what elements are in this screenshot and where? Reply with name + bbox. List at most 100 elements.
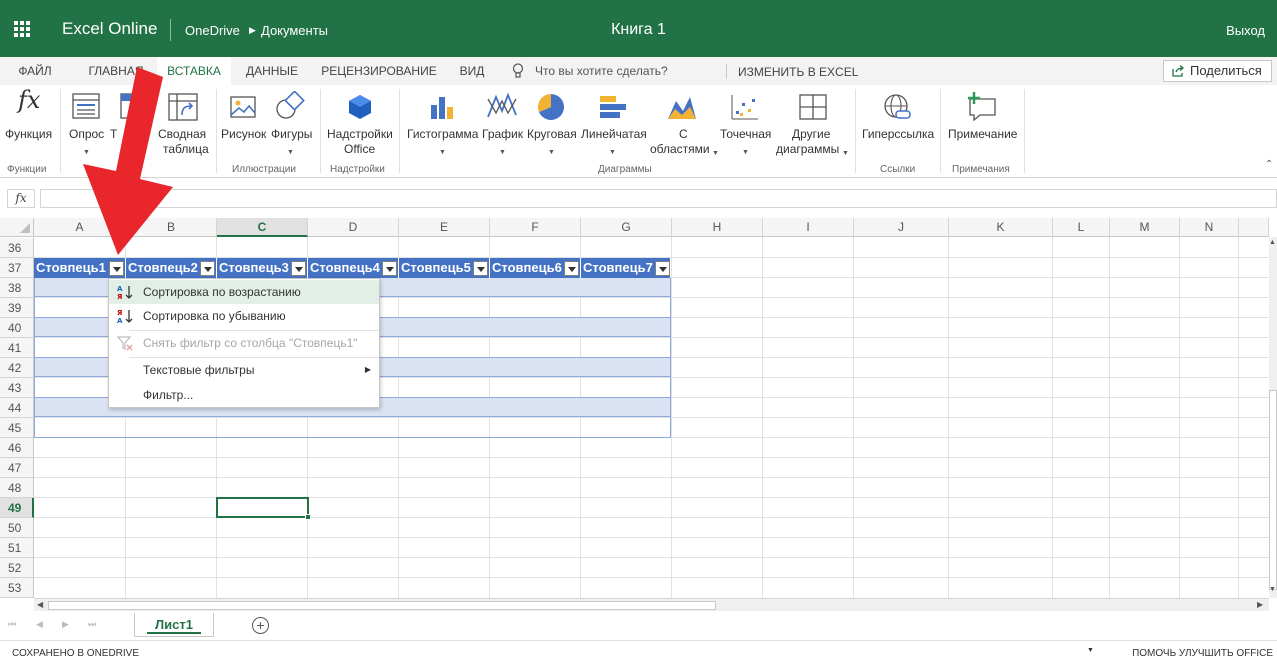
filter-dropdown-button-1[interactable]	[109, 261, 124, 276]
shapes-button[interactable]: Фигуры ▼	[268, 85, 314, 160]
prev-sheet-icon[interactable]: ◀	[36, 619, 43, 630]
fill-handle[interactable]	[305, 514, 311, 520]
gridline	[34, 557, 1269, 558]
row-header[interactable]: 46	[0, 438, 34, 458]
row-header[interactable]: 42	[0, 358, 34, 378]
formula-input[interactable]	[40, 189, 1277, 208]
column-header-a[interactable]: A	[34, 218, 126, 237]
column-header-i[interactable]: I	[763, 218, 854, 237]
scroll-left-icon[interactable]: ◀	[37, 600, 43, 609]
bar-chart-button[interactable]: Линейчатая ▼	[580, 85, 647, 160]
first-sheet-icon[interactable]: ⏮	[8, 619, 16, 630]
edit-in-excel-button[interactable]: ИЗМЕНИТЬ В EXCEL	[738, 65, 858, 79]
pivot-label-2: таблица	[163, 142, 209, 156]
office-addins-button[interactable]: Надстройки Office	[324, 85, 396, 160]
share-button[interactable]: Поделиться	[1163, 60, 1272, 82]
gridline	[34, 457, 1269, 458]
row-header[interactable]: 51	[0, 538, 34, 558]
column-header-f[interactable]: F	[490, 218, 581, 237]
filter-dropdown-button-3[interactable]	[291, 261, 306, 276]
area-chart-button[interactable]: С областями ▼	[646, 85, 719, 160]
filter-dropdown-button-4[interactable]	[382, 261, 397, 276]
vertical-scrollbar[interactable]: ▲ ▼	[1269, 237, 1277, 598]
tell-me-input[interactable]: Что вы хотите сделать?	[535, 64, 668, 78]
status-bar: СОХРАНЕНО В ONEDRIVE ▼ ПОМОЧЬ УЛУЧШИТЬ O…	[0, 640, 1277, 662]
survey-button[interactable]: Опрос ▼	[64, 85, 108, 160]
filter-dropdown-button-6[interactable]	[564, 261, 579, 276]
column-header-n[interactable]: N	[1180, 218, 1239, 237]
add-sheet-icon[interactable]: +	[252, 617, 269, 634]
collapse-ribbon-icon[interactable]: ⌃	[1265, 159, 1273, 170]
column-header-j[interactable]: J	[854, 218, 949, 237]
column-header-g[interactable]: G	[581, 218, 672, 237]
column-header-d[interactable]: D	[308, 218, 399, 237]
sort-ascending-item[interactable]: A Я Сортировка по возрастанию	[109, 280, 379, 304]
column-header-m[interactable]: M	[1110, 218, 1180, 237]
tab-file[interactable]: ФАЙЛ	[0, 57, 70, 85]
filter-dropdown-button-5[interactable]	[473, 261, 488, 276]
table-button[interactable]: Т	[108, 85, 148, 160]
function-button[interactable]: fx Функция	[0, 85, 58, 160]
filter-item[interactable]: Фильтр...	[109, 383, 379, 407]
gridline	[34, 537, 1269, 538]
row-header[interactable]: 36	[0, 238, 34, 258]
row-header-active[interactable]: 49	[0, 498, 34, 518]
line-chart-button[interactable]: График ▼	[480, 85, 524, 160]
tab-data[interactable]: ДАННЫЕ	[236, 57, 308, 85]
hyperlink-button[interactable]: Гиперссылка	[860, 85, 936, 160]
picture-button[interactable]: Рисунок	[220, 85, 268, 160]
gridline	[398, 237, 399, 598]
scroll-right-icon[interactable]: ▶	[1257, 600, 1263, 609]
row-header[interactable]: 37	[0, 258, 34, 278]
help-improve-office-link[interactable]: ПОМОЧЬ УЛУЧШИТЬ OFFICE	[1132, 648, 1273, 659]
row-header[interactable]: 53	[0, 578, 34, 598]
group-separator	[940, 89, 941, 173]
filter-dropdown-button-2[interactable]	[200, 261, 215, 276]
tab-view[interactable]: ВИД	[452, 57, 492, 85]
document-title[interactable]: Книга 1	[0, 21, 1277, 39]
row-header[interactable]: 45	[0, 418, 34, 438]
row-header[interactable]: 48	[0, 478, 34, 498]
sort-descending-item[interactable]: Я A Сортировка по убыванию	[109, 304, 379, 328]
column-header-k[interactable]: K	[949, 218, 1053, 237]
pie-chart-button[interactable]: Круговая ▼	[524, 85, 580, 160]
tab-insert[interactable]: ВСТАВКА	[157, 57, 231, 85]
histogram-button[interactable]: Гистограмма ▼	[404, 85, 480, 160]
column-header-e[interactable]: E	[399, 218, 490, 237]
row-header[interactable]: 38	[0, 278, 34, 298]
scatter-chart-button[interactable]: Точечная ▼	[718, 85, 774, 160]
exit-button[interactable]: Выход	[1226, 23, 1265, 38]
last-sheet-icon[interactable]: ⏭	[88, 619, 96, 630]
column-header-c[interactable]: C	[217, 218, 308, 237]
scroll-down-icon[interactable]: ▼	[1269, 586, 1276, 593]
comment-button[interactable]: Примечание	[944, 85, 1020, 160]
text-filters-item[interactable]: Текстовые фильтры ▶	[109, 358, 379, 382]
gridline	[762, 237, 763, 598]
column-header-h[interactable]: H	[672, 218, 763, 237]
column-header-b[interactable]: B	[126, 218, 217, 237]
row-header[interactable]: 43	[0, 378, 34, 398]
histogram-label: Гистограмма	[407, 127, 479, 141]
horizontal-scrollbar[interactable]: ◀ ▶	[34, 598, 1269, 611]
row-header[interactable]: 41	[0, 338, 34, 358]
vertical-scroll-thumb[interactable]	[1269, 390, 1277, 590]
row-header[interactable]: 52	[0, 558, 34, 578]
row-header[interactable]: 50	[0, 518, 34, 538]
tab-review[interactable]: РЕЦЕНЗИРОВАНИЕ	[315, 57, 443, 85]
tab-home[interactable]: ГЛАВНАЯ	[76, 57, 156, 85]
row-header[interactable]: 47	[0, 458, 34, 478]
row-header[interactable]: 40	[0, 318, 34, 338]
pivot-table-button[interactable]: Сводная таблица	[152, 85, 212, 160]
selected-cell[interactable]	[216, 497, 309, 518]
row-header[interactable]: 44	[0, 398, 34, 418]
insert-function-icon[interactable]: fx	[7, 189, 35, 208]
row-header[interactable]: 39	[0, 298, 34, 318]
scroll-up-icon[interactable]: ▲	[1269, 239, 1276, 246]
column-header-l[interactable]: L	[1053, 218, 1110, 237]
next-sheet-icon[interactable]: ▶	[62, 619, 69, 630]
status-dropdown-icon[interactable]: ▼	[1087, 647, 1094, 654]
select-all-corner[interactable]	[0, 218, 34, 237]
filter-dropdown-button-7[interactable]	[655, 261, 670, 276]
other-charts-button[interactable]: Другие диаграммы ▼	[774, 85, 852, 160]
horizontal-scroll-thumb[interactable]	[48, 601, 716, 610]
